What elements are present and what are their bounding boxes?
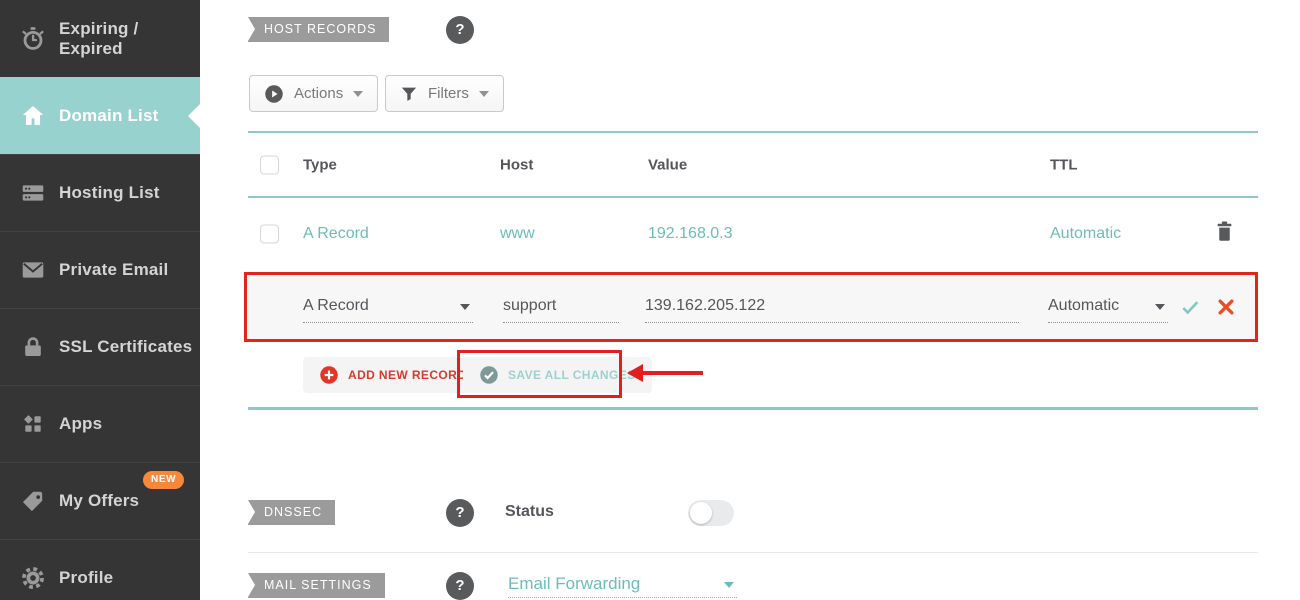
- sidebar-item-label: Profile: [59, 568, 114, 587]
- chevron-down-icon: [1155, 304, 1165, 310]
- host-records-ribbon: HOST RECORDS: [248, 17, 390, 42]
- play-circle-icon: [264, 84, 284, 104]
- record-ttl-cell[interactable]: Automatic: [1050, 225, 1121, 243]
- record-value-cell[interactable]: 192.168.0.3: [648, 225, 733, 243]
- sidebar-item-label: Apps: [59, 414, 103, 433]
- sidebar-item-expiring-expired[interactable]: Expiring / Expired: [0, 0, 200, 77]
- sidebar-item-label: Expiring / Expired: [59, 18, 139, 58]
- table-header-row: Type Host Value TTL: [248, 131, 1258, 198]
- sidebar-item-hosting-list[interactable]: Hosting List: [0, 154, 200, 231]
- add-new-record-button[interactable]: ADD NEW RECORD: [303, 357, 483, 393]
- row-checkbox[interactable]: [260, 224, 279, 244]
- namecheap-domain-page: Expiring / Expired Domain List Hosting L…: [0, 0, 1300, 600]
- help-icon[interactable]: ?: [446, 16, 474, 44]
- delete-record-button[interactable]: [1214, 220, 1235, 249]
- record-ttl-value: Automatic: [1048, 297, 1120, 314]
- sidebar-item-ssl-certificates[interactable]: SSL Certificates: [0, 308, 200, 385]
- dnssec-status-toggle[interactable]: [688, 500, 734, 526]
- home-icon: [20, 103, 46, 129]
- help-icon[interactable]: ?: [446, 499, 474, 527]
- sidebar-item-private-email[interactable]: Private Email: [0, 231, 200, 308]
- sidebar: Expiring / Expired Domain List Hosting L…: [0, 0, 200, 600]
- record-ttl-select[interactable]: Automatic: [1048, 292, 1168, 323]
- sidebar-item-label: Hosting List: [59, 183, 160, 202]
- gear-icon: [20, 565, 46, 591]
- sidebar-item-label: Private Email: [59, 260, 169, 279]
- sidebar-item-label: Domain List: [59, 106, 159, 125]
- record-host-input[interactable]: support: [503, 292, 619, 323]
- row-divider: [248, 552, 1258, 553]
- section-divider: [248, 407, 1258, 410]
- new-badge: NEW: [143, 471, 185, 489]
- chevron-down-icon: [478, 90, 489, 97]
- toggle-knob: [690, 502, 712, 524]
- timer-icon: [20, 26, 46, 52]
- record-type-value: A Record: [303, 297, 369, 314]
- main-content: HOST RECORDS ? Actions Filters Type Host…: [200, 0, 1300, 600]
- sidebar-item-domain-list[interactable]: Domain List: [0, 77, 200, 154]
- plus-circle-icon: [319, 365, 339, 385]
- column-header-ttl: TTL: [1050, 156, 1078, 173]
- lock-icon: [20, 334, 46, 360]
- envelope-icon: [20, 257, 46, 283]
- mail-settings-selected-option: Email Forwarding: [508, 574, 641, 593]
- mail-settings-select[interactable]: Email Forwarding: [508, 574, 737, 598]
- actions-button[interactable]: Actions: [249, 75, 379, 112]
- chevron-down-icon: [724, 582, 734, 588]
- mail-settings-ribbon: MAIL SETTINGS: [248, 573, 385, 598]
- actions-label: Actions: [294, 85, 344, 102]
- filters-label: Filters: [428, 85, 469, 102]
- add-new-record-label: ADD NEW RECORD: [348, 368, 467, 382]
- record-type-select[interactable]: A Record: [303, 292, 473, 323]
- sidebar-item-label: My Offers: [59, 491, 140, 510]
- column-header-host: Host: [500, 156, 534, 173]
- annotation-arrow-line: [641, 371, 703, 375]
- record-value-input[interactable]: 139.162.205.122: [645, 292, 1019, 323]
- chevron-down-icon: [460, 304, 470, 310]
- sidebar-item-profile[interactable]: Profile: [0, 539, 200, 600]
- dnssec-ribbon: DNSSEC: [248, 500, 336, 525]
- record-type-cell[interactable]: A Record: [303, 225, 369, 243]
- filters-button[interactable]: Filters: [385, 75, 504, 112]
- editing-record-row: A Record support 139.162.205.122 Automat…: [244, 272, 1258, 342]
- help-icon[interactable]: ?: [446, 572, 474, 600]
- funnel-icon: [400, 85, 418, 103]
- confirm-record-button[interactable]: [1179, 296, 1202, 319]
- cancel-record-button[interactable]: [1216, 297, 1236, 317]
- column-header-type: Type: [303, 156, 337, 173]
- table-row: A Record www 192.168.0.3 Automatic: [248, 198, 1258, 270]
- dnssec-status-label: Status: [505, 503, 554, 520]
- sidebar-item-apps[interactable]: Apps: [0, 385, 200, 462]
- apps-icon: [20, 411, 46, 437]
- host-records-table: Type Host Value TTL A Record www 192.168…: [248, 131, 1258, 270]
- column-header-value: Value: [648, 156, 688, 173]
- chevron-down-icon: [353, 90, 364, 97]
- record-host-cell[interactable]: www: [500, 225, 535, 243]
- tag-icon: [20, 488, 46, 514]
- annotation-highlight-box: [457, 350, 622, 398]
- server-icon: [20, 180, 46, 206]
- select-all-checkbox[interactable]: [260, 155, 279, 174]
- sidebar-item-label: SSL Certificates: [59, 337, 193, 356]
